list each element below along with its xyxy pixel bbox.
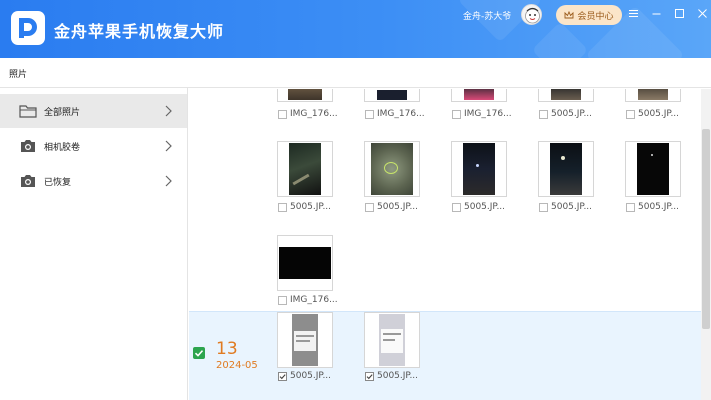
sidebar-item-recovered[interactable]: 已恢复 xyxy=(0,164,187,198)
folder-icon xyxy=(19,103,37,119)
photo-thumbnail[interactable] xyxy=(625,89,681,102)
sidebar-item-all-photos[interactable]: 全部照片 xyxy=(0,94,187,128)
app-logo xyxy=(11,11,45,45)
photo-thumbnail[interactable] xyxy=(538,141,594,197)
decor-shape xyxy=(531,21,589,58)
maximize-icon[interactable] xyxy=(674,8,685,19)
photo-checkbox[interactable] xyxy=(539,203,548,212)
logo-icon xyxy=(19,18,37,38)
member-center-button[interactable]: 会员中心 xyxy=(556,5,622,25)
photo-thumbnail[interactable] xyxy=(451,141,507,197)
chevron-right-icon xyxy=(164,104,174,118)
sidebar: 全部照片 相机胶卷 已恢复 xyxy=(0,88,188,400)
photo-thumbnail[interactable] xyxy=(538,89,594,102)
photo-filename: 5005.JP... xyxy=(377,371,419,381)
sidebar-item-label: 相机胶卷 xyxy=(44,143,81,153)
photo-checkbox[interactable] xyxy=(626,110,635,119)
photo-thumbnail[interactable] xyxy=(364,89,420,102)
sidebar-item-label: 全部照片 xyxy=(44,108,81,118)
photo-checkbox[interactable] xyxy=(452,110,461,119)
check-icon xyxy=(194,350,204,357)
close-icon[interactable] xyxy=(697,8,708,19)
photo-checkbox[interactable] xyxy=(365,203,374,212)
avatar-face-icon xyxy=(525,7,540,24)
photo-filename: 5005.JP... xyxy=(551,202,593,212)
photo-thumbnail[interactable] xyxy=(277,89,333,102)
photo-filename: IMG_176... xyxy=(377,109,425,119)
chevron-right-icon xyxy=(164,139,174,153)
photo-thumbnail[interactable] xyxy=(364,312,420,368)
photo-checkbox[interactable] xyxy=(626,203,635,212)
photo-thumbnail[interactable] xyxy=(625,141,681,197)
toolbar: 照片 xyxy=(0,58,711,88)
title-bar: 金舟苹果手机恢复大师 金舟-苏大爷 会员中心 xyxy=(0,0,711,58)
scrollbar[interactable] xyxy=(701,89,711,400)
photo-thumbnail[interactable] xyxy=(277,235,333,291)
camera-icon xyxy=(19,138,37,154)
photo-checkbox[interactable] xyxy=(278,203,287,212)
menu-icon[interactable] xyxy=(628,8,639,19)
photo-filename: 5005.JP... xyxy=(377,202,419,212)
check-icon xyxy=(279,374,286,380)
app-title: 金舟苹果手机恢复大师 xyxy=(54,22,225,41)
avatar[interactable] xyxy=(521,4,542,25)
photo-checkbox[interactable] xyxy=(278,296,287,305)
photo-thumbnail[interactable] xyxy=(277,141,333,197)
sidebar-item-label: 已恢复 xyxy=(44,178,72,188)
photo-filename: IMG_176... xyxy=(290,295,338,305)
check-icon xyxy=(366,374,373,380)
photo-filename: 5005.JP... xyxy=(464,202,506,212)
photo-filename: 5005.JP... xyxy=(290,202,332,212)
photo-thumbnail[interactable] xyxy=(277,312,333,368)
username[interactable]: 金舟-苏大爷 xyxy=(463,9,511,22)
minimize-icon[interactable] xyxy=(651,8,662,19)
date-day: 13 xyxy=(216,339,238,359)
member-center-label: 会员中心 xyxy=(577,11,614,22)
photo-filename: IMG_176... xyxy=(290,109,338,119)
scrollbar-thumb[interactable] xyxy=(702,129,710,329)
photo-filename: 5005.JP... xyxy=(638,202,680,212)
photo-grid: IMG_176... IMG_176... IMG_176... 5005.JP… xyxy=(189,89,711,400)
sidebar-item-camera-roll[interactable]: 相机胶卷 xyxy=(0,129,187,163)
chevron-right-icon xyxy=(164,174,174,188)
date-month: 2024-05 xyxy=(216,360,258,371)
photo-checkbox[interactable] xyxy=(278,110,287,119)
breadcrumb: 照片 xyxy=(9,70,28,80)
window-controls xyxy=(628,8,708,19)
photo-thumbnail[interactable] xyxy=(364,141,420,197)
crown-icon xyxy=(565,10,574,18)
photo-thumbnail[interactable] xyxy=(451,89,507,102)
photo-filename: IMG_176... xyxy=(464,109,512,119)
photo-filename: 5005.JP... xyxy=(638,109,680,119)
camera-icon xyxy=(19,173,37,189)
photo-checkbox[interactable] xyxy=(539,110,548,119)
date-group-selected xyxy=(189,311,701,400)
photo-checkbox[interactable] xyxy=(365,372,374,381)
photo-checkbox[interactable] xyxy=(278,372,287,381)
date-group-checkbox[interactable] xyxy=(193,347,205,359)
photo-checkbox[interactable] xyxy=(365,110,374,119)
photo-checkbox[interactable] xyxy=(452,203,461,212)
photo-filename: 5005.JP... xyxy=(290,371,332,381)
photo-filename: 5005.JP... xyxy=(551,109,593,119)
